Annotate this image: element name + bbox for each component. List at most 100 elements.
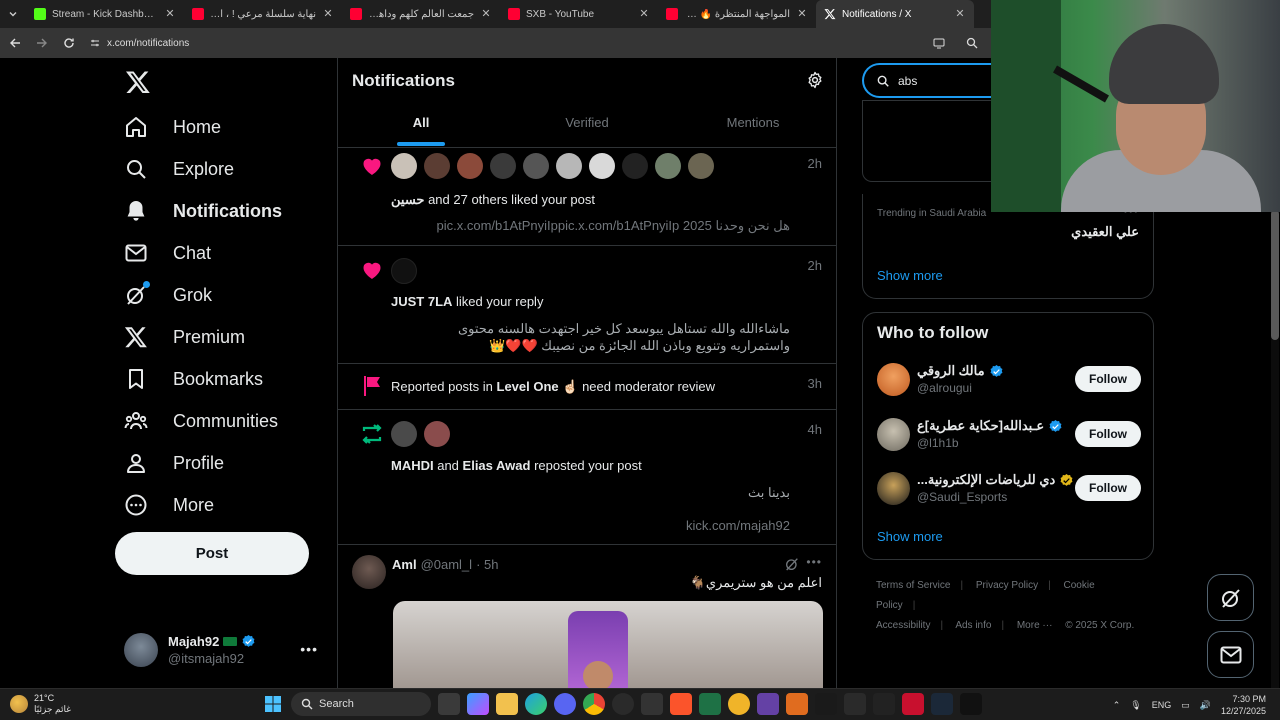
post-button[interactable]: Post [115,532,309,575]
edge-icon[interactable] [525,693,547,715]
timestamp[interactable]: 2h [808,258,822,273]
nav-explore[interactable]: Explore [114,148,234,190]
follow-suggestion[interactable]: ...دي للرياضات الإلكترونية @Saudi_Esport… [877,468,1141,508]
browser-tab[interactable]: المواجهة المنتظرة 🔥 (فخ ...!! ✕ [658,0,816,28]
app-icon[interactable] [641,693,663,715]
avatar[interactable] [424,153,450,179]
mention-tweet[interactable]: Aml @0aml_l · 5h ••• اعلم من هو ستريمري🐐 [338,545,836,688]
nav-grok[interactable]: Grok [114,274,212,316]
avatar[interactable] [877,418,910,451]
avatar[interactable] [688,153,714,179]
footer-link[interactable]: Accessibility [876,620,930,631]
tab-verified[interactable]: Verified [504,108,670,148]
timestamp[interactable]: 4h [808,422,822,437]
avatar[interactable] [523,153,549,179]
trend-name[interactable]: علي العقيدي [1071,224,1139,240]
forward-button[interactable] [30,31,54,55]
microphone-icon[interactable]: 🎙 [1130,700,1141,711]
tab-search-button[interactable] [0,0,26,28]
suggestion-name[interactable]: مالك الروقي [917,363,985,379]
tab-all[interactable]: All [338,108,504,148]
follow-button[interactable]: Follow [1075,475,1141,501]
avatar[interactable] [655,153,681,179]
timestamp[interactable]: 2h [808,156,822,171]
app-icon[interactable] [902,693,924,715]
browser-tab[interactable]: SXB - YouTube ✕ [500,0,658,28]
follow-suggestion[interactable]: عـبدالله[حكاية عطرية]ع @l1h1b Follow [877,414,1141,454]
footer-link[interactable]: Privacy Policy [976,580,1038,591]
author-handle[interactable]: @0aml_l [421,557,473,572]
zoom-button[interactable] [960,31,984,55]
app-icon[interactable] [873,693,895,715]
community-name[interactable]: Level One [497,379,559,394]
account-switcher[interactable]: Majah92 @itsmajah92 ••• [124,632,324,668]
clock[interactable]: 7:30 PM 12/27/2025 [1221,693,1266,717]
show-more-link[interactable]: Show more [877,268,943,283]
file-explorer-icon[interactable] [496,693,518,715]
avatar[interactable] [424,421,450,447]
avatar[interactable] [391,421,417,447]
author-name[interactable]: Aml [392,557,417,572]
excel-icon[interactable] [699,693,721,715]
nav-home[interactable]: Home [114,106,221,148]
messages-floating-button[interactable] [1207,631,1254,678]
copilot-icon[interactable] [467,693,489,715]
show-more-link[interactable]: Show more [877,529,943,544]
nav-communities[interactable]: Communities [114,400,278,442]
follow-button[interactable]: Follow [1075,421,1141,447]
close-tab-icon[interactable]: ✕ [638,8,650,20]
avatar[interactable] [589,153,615,179]
actor-name[interactable]: MAHDI [391,458,434,473]
avatar[interactable] [622,153,648,179]
nav-notifications[interactable]: Notifications [114,190,282,232]
x-logo-icon[interactable] [125,69,151,95]
avatar[interactable] [877,363,910,396]
actor-name[interactable]: Elias Awad [463,458,531,473]
scrollbar-thumb[interactable] [1271,210,1279,340]
timestamp[interactable]: · 5h [476,557,498,572]
avatar[interactable] [457,153,483,179]
footer-link[interactable]: Terms of Service [876,580,950,591]
tray-overflow-icon[interactable]: ⌃ [1113,700,1121,711]
close-tab-icon[interactable]: ✕ [796,8,808,20]
avatar[interactable] [391,258,417,284]
chrome-icon[interactable] [583,693,605,715]
close-tab-icon[interactable]: ✕ [322,8,334,20]
search-input[interactable]: abs [862,63,992,98]
brave-icon[interactable] [670,693,692,715]
post-link[interactable]: kick.com/majah92 [686,518,790,533]
actor-name[interactable]: JUST 7LA [391,294,452,309]
avatar[interactable] [352,555,386,589]
task-view-icon[interactable] [438,693,460,715]
tweet-media[interactable] [393,601,823,688]
follow-suggestion[interactable]: مالك الروقي @alrougui Follow [877,359,1141,399]
weather-widget[interactable]: 21°C غائم جزئيًا [10,693,71,715]
notification-like-post[interactable]: 2h حسين and 27 others liked your post هل… [338,148,836,246]
grok-floating-button[interactable] [1207,574,1254,621]
avatar[interactable] [877,472,910,505]
start-button[interactable] [262,693,284,715]
address-bar[interactable]: x.com/notifications [89,37,189,49]
taskbar-search[interactable]: Search [291,692,431,716]
nav-chat[interactable]: Chat [114,232,211,274]
browser-tab[interactable]: جمعت العالم كلهم وداهمت المد ✕ [342,0,500,28]
notification-repost[interactable]: 4h MAHDI and Elias Awad reposted your po… [338,410,836,545]
site-info-icon[interactable] [89,37,101,49]
tab-mentions[interactable]: Mentions [670,108,836,148]
close-tab-icon[interactable]: ✕ [480,8,492,20]
app-icon[interactable] [757,693,779,715]
back-button[interactable] [3,31,27,55]
cast-button[interactable] [927,31,951,55]
avatar[interactable] [490,153,516,179]
app-icon[interactable] [844,693,866,715]
suggestion-name[interactable]: ...دي للرياضات الإلكترونية [917,472,1055,488]
app-icon[interactable] [786,693,808,715]
avatar[interactable] [556,153,582,179]
nav-bookmarks[interactable]: Bookmarks [114,358,263,400]
browser-tab-active[interactable]: Notifications / X ✕ [816,0,974,28]
more-options-icon[interactable]: ••• [300,641,318,657]
nav-profile[interactable]: Profile [114,442,224,484]
network-icon[interactable]: ▭ [1181,700,1190,711]
gear-icon[interactable] [806,71,824,89]
app-icon[interactable] [960,693,982,715]
